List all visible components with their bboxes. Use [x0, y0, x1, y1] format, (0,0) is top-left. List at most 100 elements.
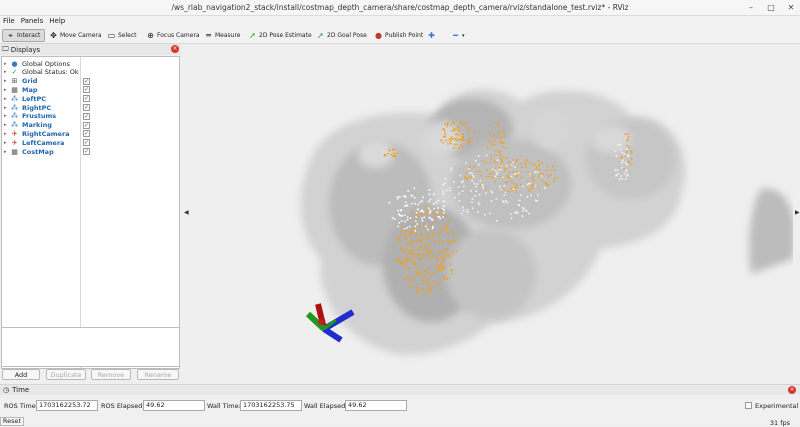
display-item-label: Global Options — [22, 59, 70, 68]
interact-icon: ⌖ — [8, 31, 13, 40]
green-arrow-icon: ➚ — [249, 31, 256, 40]
measure-tool[interactable]: ═ Measure — [201, 29, 244, 42]
display-item-label: Global Status: Ok — [22, 68, 79, 77]
duplicate-button[interactable]: Duplicate — [46, 369, 86, 380]
ros-elapsed-field[interactable]: 49.62 — [143, 400, 205, 411]
minimize-icon[interactable]: – — [746, 3, 756, 13]
time-panel: ◷ Time × ROS Time: 1703162253.72 ROS Ela… — [0, 384, 800, 427]
move-camera-icon: ✥ — [50, 31, 57, 40]
display-item-label: LeftPC — [22, 94, 47, 103]
display-enable-checkbox[interactable]: ✓ — [83, 86, 90, 94]
display-enable-checkbox[interactable]: ✓ — [83, 77, 90, 85]
display-item[interactable]: ▸ ✈ LeftCamera ✓ — [2, 138, 180, 147]
remove-tool-button[interactable]: ━ ▾ — [448, 29, 468, 42]
fps-counter: 31 fps — [769, 419, 790, 427]
pointcloud-icon: ⁂ — [11, 94, 18, 103]
time-close-icon[interactable]: × — [788, 386, 796, 394]
maximize-icon[interactable]: □ — [766, 3, 776, 13]
display-item[interactable]: ▸ ⊞ Grid ✓ — [2, 77, 180, 86]
display-item-label: RightPC — [22, 103, 52, 112]
render-viewport[interactable] — [191, 44, 793, 381]
ros-elapsed-label: ROS Elapsed: — [101, 402, 145, 410]
camera-icon: ✈ — [11, 138, 18, 147]
wall-elapsed-label: Wall Elapsed: — [304, 402, 348, 410]
pointcloud-icon: ⁂ — [11, 112, 18, 121]
ros-time-label: ROS Time: — [4, 402, 38, 410]
globe-icon: ● — [11, 59, 18, 68]
select-tool[interactable]: ▭ Select — [104, 29, 140, 42]
minus-icon: ━ — [453, 31, 458, 40]
publish-point-tool[interactable]: ● Publish Point — [371, 29, 426, 42]
display-item-label: LeftCamera — [22, 138, 65, 147]
green-arrow-icon: ➚ — [317, 31, 324, 40]
reset-button[interactable]: Reset — [0, 417, 24, 426]
display-item[interactable]: ▸ ⁂ LeftPC ✓ — [2, 94, 180, 103]
menu-panels[interactable]: Panels — [18, 16, 47, 25]
panel-close-icon[interactable]: × — [171, 45, 179, 53]
add-button[interactable]: Add — [2, 369, 40, 380]
ruler-icon: ═ — [206, 31, 211, 40]
wall-elapsed-field[interactable]: 49.62 — [345, 400, 407, 411]
pointcloud-icon: ⁂ — [11, 103, 18, 112]
pointcloud-icon: ⁂ — [11, 121, 18, 130]
toolbar: ⌖ Interact ✥ Move Camera ▭ Select ⊕ Focus Ca… — [0, 27, 800, 44]
display-item[interactable]: ▸ ⁂ Frustums ✓ — [2, 112, 180, 121]
display-enable-checkbox[interactable]: ✓ — [83, 139, 90, 147]
goal-pose-tool[interactable]: ➚ 2D Goal Pose — [313, 29, 370, 42]
interact-tool[interactable]: ⌖ Interact — [2, 29, 45, 42]
plus-icon: ✚ — [428, 31, 435, 40]
displays-tree: ▸ ● Global Options ▸ ✓ Global Status: Ok ▸ ⊞ Gri… — [1, 56, 180, 369]
display-item-label: CostMap — [22, 147, 54, 156]
map-pin-icon: ● — [375, 31, 382, 40]
display-enable-checkbox[interactable]: ✓ — [83, 95, 90, 103]
close-icon[interactable]: ✕ — [786, 3, 796, 13]
window-title: /ws_rlab_navigation2_stack/install/costm… — [171, 3, 629, 12]
displays-title: Displays — [10, 45, 41, 54]
display-item-label: Marking — [22, 121, 52, 130]
grid-icon: ⊞ — [11, 77, 18, 86]
collapse-left-icon[interactable]: ◀ — [184, 209, 189, 216]
time-title: Time — [12, 386, 30, 394]
display-enable-checkbox[interactable]: ✓ — [83, 130, 90, 138]
scene-render — [300, 89, 793, 355]
remove-button[interactable]: Remove — [91, 369, 131, 380]
display-item[interactable]: ▸ ✈ RightCamera ✓ — [2, 129, 180, 138]
display-item[interactable]: ▸ ⁂ RightPC ✓ — [2, 103, 180, 112]
display-enable-checkbox[interactable]: ✓ — [83, 112, 90, 120]
display-item-label: Grid — [22, 77, 38, 86]
ros-time-field[interactable]: 1703162253.72 — [36, 400, 98, 411]
dropdown-arrow-icon: ▾ — [462, 32, 465, 39]
display-item[interactable]: ▸ ▦ CostMap ✓ — [2, 147, 180, 156]
monitor-icon: 🖵 — [2, 45, 9, 53]
display-item[interactable]: ▸ ● Global Options — [2, 59, 180, 68]
map-icon: ▦ — [11, 85, 18, 94]
menu-help[interactable]: Help — [46, 16, 68, 25]
display-item[interactable]: ▸ ✓ Global Status: Ok — [2, 68, 180, 77]
display-item[interactable]: ▸ ⁂ Marking ✓ — [2, 121, 180, 130]
select-icon: ▭ — [107, 31, 116, 40]
display-enable-checkbox[interactable]: ✓ — [83, 104, 90, 111]
displays-panel: 🖵 Displays × ▸ ● Global Options ▸ ✓ Global St… — [0, 44, 181, 381]
display-item-label: Map — [22, 85, 38, 94]
costmap-layer — [300, 89, 793, 355]
collapse-right-icon[interactable]: ▶ — [795, 209, 800, 216]
display-enable-checkbox[interactable]: ✓ — [83, 148, 90, 155]
menu-file[interactable]: File — [0, 16, 18, 25]
time-header: ◷ Time × — [0, 385, 800, 395]
add-tool-button[interactable]: ✚ — [424, 29, 441, 42]
displays-header: 🖵 Displays × — [0, 44, 181, 55]
display-enable-checkbox[interactable]: ✓ — [83, 121, 90, 129]
window-titlebar: /ws_rlab_navigation2_stack/install/costm… — [0, 0, 800, 16]
map-icon: ▦ — [11, 147, 18, 156]
focus-camera-icon: ⊕ — [147, 31, 154, 40]
wall-time-field[interactable]: 1703162253.75 — [240, 400, 302, 411]
experimental-checkbox[interactable] — [745, 402, 752, 409]
move-camera-tool[interactable]: ✥ Move Camera — [46, 29, 105, 42]
focus-camera-tool[interactable]: ⊕ Focus Camera — [143, 29, 203, 42]
camera-icon: ✈ — [11, 129, 18, 138]
rename-button[interactable]: Rename — [137, 369, 179, 380]
display-item[interactable]: ▸ ▦ Map ✓ — [2, 85, 180, 94]
pose-estimate-tool[interactable]: ➚ 2D Pose Estimate — [245, 29, 315, 42]
display-item-label: RightCamera — [22, 129, 70, 138]
experimental-label: Experimental — [755, 402, 799, 410]
